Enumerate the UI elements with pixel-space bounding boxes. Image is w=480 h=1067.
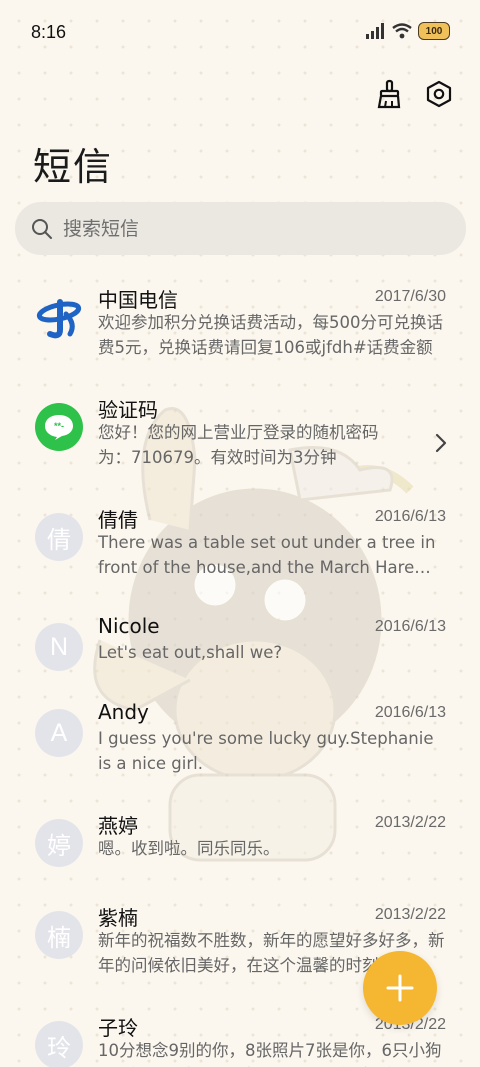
search-bar[interactable] bbox=[15, 202, 466, 255]
svg-text:**-: **- bbox=[54, 421, 64, 431]
conversation-item[interactable]: **- 验证码 您好！您的网上营业厅登录的随机密码为：710679。有效时间为3… bbox=[0, 388, 480, 498]
conversation-preview: I guess you're some lucky guy.Stephanie … bbox=[98, 729, 434, 773]
conversation-date: 2016/6/13 bbox=[374, 508, 446, 525]
message-bubble-icon: **- bbox=[45, 415, 73, 440]
chevron-right-icon bbox=[435, 433, 447, 453]
message-bubble-avatar: **- bbox=[35, 403, 83, 451]
settings-hexagon-icon bbox=[426, 80, 452, 108]
conversation-preview: 您好！您的网上营业厅登录的随机密码为：710679。有效时间为3分钟 bbox=[98, 423, 379, 467]
conversation-item[interactable]: A Andy 2016/6/13 I guess you're some luc… bbox=[0, 694, 480, 804]
conversation-name: 倩倩 bbox=[98, 508, 138, 532]
status-bar: 8:16 100 bbox=[0, 0, 480, 66]
conversation-date: 2013/2/22 bbox=[374, 906, 446, 923]
avatar: 玲 bbox=[35, 1021, 83, 1067]
avatar: 楠 bbox=[35, 911, 83, 959]
conversation-item[interactable]: N Nicole 2016/6/13 Let's eat out,shall w… bbox=[0, 608, 480, 694]
conversation-preview: Let's eat out,shall we? bbox=[98, 643, 283, 662]
signal-icon bbox=[366, 23, 384, 39]
conversation-name: 紫楠 bbox=[98, 906, 138, 930]
conversation-date: 2016/6/13 bbox=[374, 618, 446, 635]
conversation-preview: 嗯。收到啦。同乐同乐。 bbox=[98, 839, 280, 858]
avatar: A bbox=[35, 709, 83, 757]
conversation-preview: 10分想念9别的你，8张照片7张是你，6只小狗5只像你，4根骨头3根归你，2爪着… bbox=[98, 1041, 442, 1067]
conversation-name: Andy bbox=[98, 700, 149, 724]
status-time: 8:16 bbox=[31, 22, 67, 42]
conversation-date: 2017/6/30 bbox=[374, 288, 446, 305]
wifi-icon bbox=[392, 23, 412, 39]
avatar: 婷 bbox=[35, 819, 83, 867]
conversation-list: 中国电信 2017/6/30 欢迎参加积分兑换话费活动，每500分可兑换话费5元… bbox=[0, 278, 480, 1067]
conversation-name: 验证码 bbox=[98, 398, 158, 422]
clean-up-button[interactable] bbox=[373, 78, 405, 110]
page-title: 短信 bbox=[33, 145, 114, 189]
avatar: 倩 bbox=[35, 513, 83, 561]
conversation-name: 燕婷 bbox=[98, 814, 138, 838]
battery-indicator: 100 bbox=[418, 22, 450, 40]
conversation-date: 2013/2/22 bbox=[374, 814, 446, 831]
search-input[interactable] bbox=[63, 217, 423, 240]
china-telecom-logo bbox=[35, 293, 83, 341]
conversation-item[interactable]: 倩 倩倩 2016/6/13 There was a table set out… bbox=[0, 498, 480, 608]
conversation-name: 子玲 bbox=[98, 1016, 138, 1040]
plus-icon bbox=[386, 974, 414, 1002]
china-telecom-logo-icon bbox=[36, 299, 82, 339]
new-message-button[interactable] bbox=[363, 951, 437, 1025]
status-icons: 100 bbox=[366, 22, 450, 40]
broom-icon bbox=[377, 79, 401, 109]
top-actions bbox=[373, 78, 455, 110]
conversation-item[interactable]: 中国电信 2017/6/30 欢迎参加积分兑换话费活动，每500分可兑换话费5元… bbox=[0, 278, 480, 388]
conversation-date: 2016/6/13 bbox=[374, 704, 446, 721]
conversation-name: Nicole bbox=[98, 614, 160, 638]
search-icon bbox=[32, 218, 52, 239]
conversation-preview: 欢迎参加积分兑换话费活动，每500分可兑换话费5元，兑换话费请回复106或jfd… bbox=[98, 313, 443, 357]
settings-button[interactable] bbox=[423, 78, 455, 110]
avatar: N bbox=[35, 623, 83, 671]
conversation-name: 中国电信 bbox=[98, 288, 178, 312]
conversation-item[interactable]: 婷 燕婷 2013/2/22 嗯。收到啦。同乐同乐。 bbox=[0, 804, 480, 896]
conversation-preview: There was a table set out under a tree i… bbox=[98, 533, 436, 577]
